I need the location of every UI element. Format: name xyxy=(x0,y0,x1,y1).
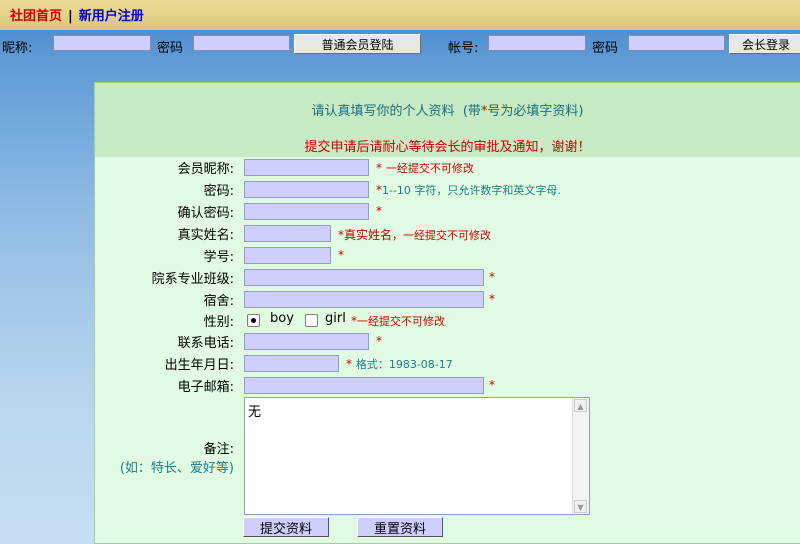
realname-hint-a: 真实姓名 xyxy=(344,228,393,242)
gender-girl-label: girl xyxy=(325,311,346,326)
account-label: 帐号: xyxy=(448,41,479,56)
instruction-paren-close: 号为必填字资料) xyxy=(487,104,584,119)
gender-girl-radio[interactable] xyxy=(305,314,318,327)
instruction-paren-open: (带 xyxy=(462,104,481,119)
nickname-required: * 一经提交不可修改 xyxy=(376,160,474,176)
reset-button[interactable]: 重置资料 xyxy=(357,517,443,537)
confirm-password-label: 确认密码: xyxy=(177,206,234,221)
nickname-input[interactable] xyxy=(244,159,369,176)
birthday-required: * 格式：1983-08-17 xyxy=(346,356,453,372)
form-header: 请认真填写你的个人资料 (带*号为必填字资料) 提交申请后请耐心等待会长的审批及… xyxy=(95,83,800,157)
scroll-up-icon[interactable]: ▲ xyxy=(574,399,587,412)
birthday-star: * xyxy=(346,357,352,371)
login-password-input[interactable] xyxy=(193,35,290,51)
confirm-star: * xyxy=(376,204,382,218)
top-nav-bar: 社团首页 | 新用户注册 xyxy=(0,0,800,30)
nav-separator: | xyxy=(68,9,73,24)
phone-input[interactable] xyxy=(244,333,369,350)
remarks-sublabel: (如：特长、爱好等) xyxy=(119,461,234,476)
student-id-input[interactable] xyxy=(244,247,331,264)
dorm-input[interactable] xyxy=(244,291,484,308)
phone-label: 联系电话: xyxy=(177,336,234,351)
nickname-star: * xyxy=(376,161,382,175)
nickname-label: 昵称: xyxy=(2,41,33,56)
remarks-label: 备注: xyxy=(203,442,234,457)
realname-input[interactable] xyxy=(244,225,331,242)
gender-hint: 一经提交不可修改 xyxy=(357,315,445,328)
gender-boy-radio[interactable] xyxy=(247,314,260,327)
student-id-star: * xyxy=(338,248,344,262)
registration-form: 请认真填写你的个人资料 (带*号为必填字资料) 提交申请后请耐心等待会长的审批及… xyxy=(94,82,800,544)
gender-required: *一经提交不可修改 xyxy=(351,313,445,329)
form-notice: 提交申请后请耐心等待会长的审批及通知，谢谢！ xyxy=(304,140,591,155)
gender-label: 性别: xyxy=(203,315,234,330)
top-nav: 社团首页 | 新用户注册 xyxy=(10,5,144,24)
remarks-scrollbar[interactable]: ▲ ▼ xyxy=(572,398,589,514)
email-input[interactable] xyxy=(244,377,484,394)
leader-password-input[interactable] xyxy=(628,35,725,51)
nickname-hint: 一经提交不可修改 xyxy=(385,162,474,175)
instruction-text: 请认真填写你的个人资料 xyxy=(311,104,455,119)
leader-password-label: 密码 xyxy=(592,41,619,56)
realname-hint-b: ，一经提交不可修改 xyxy=(392,229,492,242)
department-label: 院系专业班级: xyxy=(151,272,234,287)
login-password-label: 密码 xyxy=(157,41,184,56)
password-required: *1--10 字符，只允许数字和英文字母. xyxy=(376,182,561,198)
birthday-hint: 格式：1983-08-17 xyxy=(355,358,453,371)
form-instructions: 请认真填写你的个人资料 (带*号为必填字资料) xyxy=(95,100,800,119)
password-input[interactable] xyxy=(244,181,369,198)
password-hint: 1--10 字符，只允许数字和英文字母. xyxy=(382,184,561,197)
submit-button[interactable]: 提交资料 xyxy=(243,517,329,537)
department-input[interactable] xyxy=(244,269,484,286)
dorm-label: 宿舍: xyxy=(203,294,234,309)
gender-boy-label: boy xyxy=(270,311,294,326)
birthday-label: 出生年月日: xyxy=(164,358,234,373)
nav-home-link[interactable]: 社团首页 xyxy=(10,9,62,24)
nickname-label: 会员昵称: xyxy=(177,162,234,177)
realname-required: *真实姓名，一经提交不可修改 xyxy=(338,226,491,243)
leader-login-button[interactable]: 会长登录 xyxy=(729,34,800,54)
password-label: 密码: xyxy=(203,184,234,199)
email-label: 电子邮箱: xyxy=(177,380,234,395)
leader-account-input[interactable] xyxy=(488,35,586,51)
email-star: * xyxy=(489,378,495,392)
scroll-down-icon[interactable]: ▼ xyxy=(574,500,587,513)
remarks-textarea[interactable]: 无 ▲ ▼ xyxy=(244,397,590,515)
phone-star: * xyxy=(376,334,382,348)
confirm-password-input[interactable] xyxy=(244,203,369,220)
remarks-value: 无 xyxy=(248,405,262,420)
department-star: * xyxy=(489,270,495,284)
student-id-label: 学号: xyxy=(203,250,234,265)
login-bar: 昵称: 密码 普通会员登陆 帐号: 密码 会长登录 xyxy=(0,31,800,57)
member-login-button[interactable]: 普通会员登陆 xyxy=(294,34,421,54)
nav-register-link[interactable]: 新用户注册 xyxy=(79,9,144,24)
realname-label: 真实姓名: xyxy=(177,228,234,243)
login-nickname-input[interactable] xyxy=(53,35,151,51)
birthday-input[interactable] xyxy=(244,355,339,372)
dorm-star: * xyxy=(489,292,495,306)
